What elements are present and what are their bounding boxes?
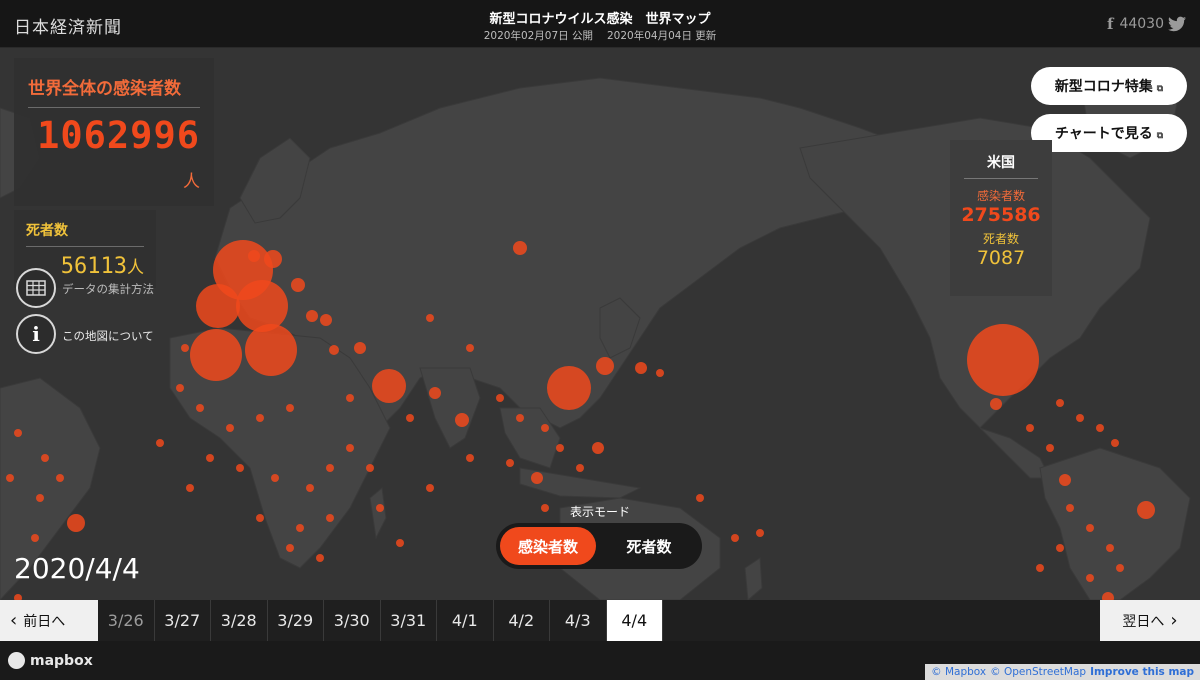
bubble-romania[interactable] — [320, 314, 332, 326]
bubble-colombia[interactable] — [1059, 474, 1071, 486]
date-cell[interactable]: 4/3 — [550, 600, 607, 641]
external-link-icon: ⧉ — [1156, 131, 1164, 141]
popup-deaths-value: 7087 — [976, 247, 1026, 269]
bubble-germany[interactable] — [236, 280, 288, 332]
display-mode-toggle: 感染者数 死者数 — [496, 523, 702, 569]
updated-date: 2020年04月04日 更新 — [607, 30, 717, 42]
popup-country-name: 米国 — [964, 152, 1038, 179]
infected-count: 1062996 — [37, 114, 200, 157]
chevron-left-icon: ‹ — [10, 610, 18, 631]
publish-info: 2020年02月07日 公開 2020年04月04日 更新 — [0, 28, 1200, 43]
bubble-spain[interactable] — [190, 329, 242, 381]
bubble-greece[interactable] — [329, 345, 339, 355]
country-popup: 米国 感染者数 275586 死者数 7087 — [950, 140, 1052, 296]
mapbox-logo[interactable]: mapbox — [8, 652, 93, 669]
mode-infected-button[interactable]: 感染者数 — [500, 527, 596, 565]
chevron-right-icon: › — [1170, 610, 1178, 631]
date-cell[interactable]: 3/29 — [268, 600, 324, 641]
previous-day-label: 前日へ — [23, 613, 66, 630]
popup-infected-value: 275586 — [961, 204, 1041, 226]
current-date: 2020/4/4 — [14, 552, 140, 585]
app-root: 日本経済新聞 新型コロナウイルス感染 世界マップ 2020年02月07日 公開 2… — [0, 0, 1200, 680]
date-cell[interactable]: 4/2 — [494, 600, 550, 641]
infected-label: 世界全体の感染者数 — [28, 74, 200, 108]
next-day-label: 翌日へ — [1122, 613, 1165, 630]
mapbox-attribution-link[interactable]: © Mapbox — [931, 666, 986, 678]
bubble-india[interactable] — [455, 413, 469, 427]
bubble-norway[interactable] — [248, 250, 260, 262]
bubble-korea[interactable] — [596, 357, 614, 375]
published-date: 2020年02月07日 公開 — [483, 30, 593, 42]
bubble-scandinavia[interactable] — [264, 250, 282, 268]
bubble-iran[interactable] — [372, 369, 406, 403]
info-icon: i — [32, 322, 40, 346]
next-day-button[interactable]: 翌日へ › — [1100, 600, 1200, 641]
data-method-button[interactable] — [16, 268, 56, 308]
date-cell-selected[interactable]: 4/4 — [606, 600, 663, 641]
date-navigation-bar: 3/26 3/27 3/28 3/29 3/30 3/31 4/1 4/2 4/… — [0, 600, 1200, 641]
bubble-japan[interactable] — [635, 362, 647, 374]
date-cell[interactable]: 3/31 — [381, 600, 437, 641]
about-map-button[interactable]: i — [16, 314, 56, 354]
bubble-pakistan[interactable] — [429, 387, 441, 399]
improve-map-link[interactable]: Improve this map — [1090, 666, 1194, 678]
facebook-share[interactable]: f 44030 — [1107, 15, 1164, 33]
popup-infected-label: 感染者数 — [976, 189, 1025, 203]
bubble-ecuador[interactable] — [67, 514, 85, 532]
chart-link-button[interactable]: チャートで見る ⧉ — [1031, 114, 1187, 152]
date-cell[interactable]: 3/30 — [324, 600, 381, 641]
date-list: 3/26 3/27 3/28 3/29 3/30 3/31 4/1 4/2 4/… — [98, 600, 663, 641]
bubble-china[interactable] — [547, 366, 591, 410]
previous-day-button[interactable]: ‹ 前日へ — [0, 600, 98, 641]
bubble-usa[interactable] — [967, 324, 1039, 396]
map-attribution: © Mapbox © OpenStreetMap Improve this ma… — [925, 664, 1200, 680]
mapbox-icon — [8, 652, 25, 669]
bubble-poland[interactable] — [291, 278, 305, 292]
mode-deaths-button[interactable]: 死者数 — [600, 527, 698, 565]
date-cell[interactable]: 3/27 — [155, 600, 211, 641]
display-mode-label: 表示モード — [569, 505, 630, 519]
bubble-brazil[interactable] — [1137, 501, 1155, 519]
date-cell[interactable]: 3/26 — [98, 600, 155, 641]
data-method-label[interactable]: データの集計方法 — [62, 281, 154, 297]
feature-link-label: 新型コロナ特集 — [1054, 79, 1153, 95]
date-cell[interactable]: 3/28 — [211, 600, 268, 641]
total-infected-panel: 世界全体の感染者数 1062996 人 — [14, 58, 214, 206]
popup-deaths-label: 死者数 — [982, 232, 1019, 246]
deaths-count: 56113 — [60, 254, 127, 279]
bubble-balkans[interactable] — [306, 310, 318, 322]
bubble-malaysia[interactable] — [531, 472, 543, 484]
table-icon — [26, 280, 46, 296]
deaths-label: 死者数 — [26, 220, 144, 247]
bubble-russia[interactable] — [513, 241, 527, 255]
bubble-europe-south[interactable] — [245, 324, 297, 376]
about-map-label[interactable]: この地図について — [62, 328, 154, 344]
date-cell[interactable]: 4/1 — [437, 600, 494, 641]
bubble-philippines[interactable] — [592, 442, 604, 454]
osm-attribution-link[interactable]: © OpenStreetMap — [990, 666, 1086, 678]
external-link-icon: ⧉ — [1156, 84, 1164, 94]
facebook-icon[interactable]: f — [1107, 15, 1113, 33]
deaths-unit: 人 — [127, 258, 144, 278]
mapbox-wordmark: mapbox — [30, 652, 93, 669]
site-header: 日本経済新聞 新型コロナウイルス感染 世界マップ 2020年02月07日 公開 2… — [0, 0, 1200, 48]
bubble-france[interactable] — [196, 284, 240, 328]
feature-link-button[interactable]: 新型コロナ特集 ⧉ — [1031, 67, 1187, 105]
bubble-turkey[interactable] — [354, 342, 366, 354]
twitter-icon[interactable] — [1168, 16, 1186, 32]
infected-unit: 人 — [183, 172, 200, 192]
map-footer: mapbox © Mapbox © OpenStreetMap Improve … — [0, 641, 1200, 680]
page-title: 新型コロナウイルス感染 世界マップ — [489, 12, 711, 27]
share-count: 44030 — [1119, 16, 1164, 32]
chart-link-label: チャートで見る — [1054, 126, 1153, 142]
bubble-mexico[interactable] — [990, 398, 1002, 410]
